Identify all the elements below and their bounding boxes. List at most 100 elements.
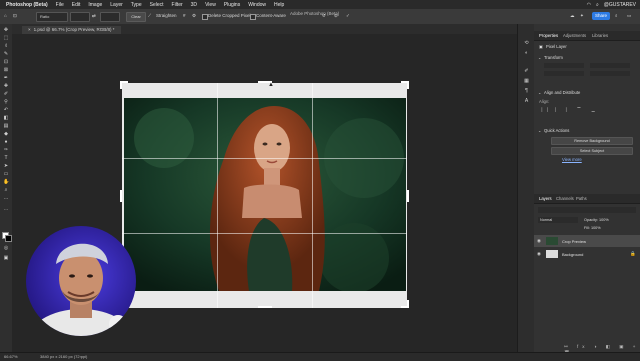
tab-properties[interactable]: Properties bbox=[539, 33, 558, 38]
commit-icon[interactable]: ✓ bbox=[346, 13, 350, 19]
menu-filter[interactable]: Filter bbox=[172, 2, 183, 8]
adjust-icon[interactable]: ◐ bbox=[523, 50, 530, 56]
grid-overlay-icon[interactable]: # bbox=[183, 13, 186, 18]
chevron-down-icon[interactable]: ⌄ bbox=[538, 90, 542, 95]
cloud-icon[interactable]: ☁ bbox=[570, 13, 575, 19]
align-buttons[interactable]: ▕▏▏▕ ▔ ▁ bbox=[539, 107, 629, 112]
search-panel-icon[interactable]: ⌕ bbox=[615, 13, 618, 18]
edit-toolbar-icon[interactable]: ⋯ bbox=[3, 208, 9, 213]
path-select-icon[interactable]: ➤ bbox=[3, 164, 9, 169]
menu-app[interactable]: Photoshop (Beta) bbox=[6, 2, 48, 8]
eraser-tool-icon[interactable]: ◧ bbox=[3, 116, 9, 121]
menu-view[interactable]: View bbox=[205, 2, 216, 8]
hand-tool-icon[interactable]: ✋ bbox=[3, 180, 9, 185]
quick-select-tool-icon[interactable]: ✎ bbox=[3, 52, 9, 57]
menu-type[interactable]: Type bbox=[131, 2, 142, 8]
character-icon[interactable]: A bbox=[523, 98, 530, 104]
menu-help[interactable]: Help bbox=[274, 2, 284, 8]
remove-background-button[interactable]: Remove Background bbox=[551, 137, 633, 145]
settings-gear-icon[interactable]: ⚙ bbox=[192, 13, 196, 19]
reset-icon[interactable]: ↺ bbox=[322, 13, 326, 19]
background-color-swatch[interactable] bbox=[5, 235, 12, 242]
menu-select[interactable]: Select bbox=[150, 2, 164, 8]
width-field[interactable] bbox=[544, 63, 584, 68]
document-tab[interactable]: × 1.psd @ 66.7% (Crop Preview, RGB/8) * bbox=[22, 26, 121, 34]
more-tools-icon[interactable]: … bbox=[3, 196, 9, 201]
screen-mode-icon[interactable]: ▣ bbox=[3, 256, 9, 261]
layer-filter-bar[interactable] bbox=[538, 207, 636, 213]
menu-plugins[interactable]: Plugins bbox=[224, 2, 240, 8]
history-brush-icon[interactable]: ↶ bbox=[3, 108, 9, 113]
ratio-height-input[interactable] bbox=[100, 12, 120, 22]
layer-row[interactable]: ◉ Background 🔒 bbox=[534, 248, 640, 260]
fill-field[interactable]: Fill: 100% bbox=[584, 226, 601, 230]
zoom-tool-icon[interactable]: ⌕ bbox=[3, 188, 9, 193]
tab-channels[interactable]: Channels bbox=[556, 196, 574, 201]
quick-mask-icon[interactable]: ◎ bbox=[3, 246, 9, 251]
swatches-icon[interactable]: ▦ bbox=[523, 78, 530, 84]
select-subject-button[interactable]: Select Subject bbox=[551, 147, 633, 155]
history-icon[interactable]: ⟲ bbox=[523, 40, 530, 46]
crop-handle-bottom[interactable] bbox=[258, 306, 272, 308]
chevron-down-icon[interactable]: ⌄ bbox=[538, 128, 542, 133]
menu-file[interactable]: File bbox=[56, 2, 64, 8]
menu-layer[interactable]: Layer bbox=[110, 2, 123, 8]
eyedropper-tool-icon[interactable]: ✒ bbox=[3, 76, 9, 81]
gradient-tool-icon[interactable]: ▤ bbox=[3, 124, 9, 129]
type-tool-icon[interactable]: T bbox=[3, 156, 9, 161]
marquee-tool-icon[interactable]: ⬚ bbox=[3, 36, 9, 41]
tab-layers[interactable]: Layers bbox=[539, 196, 552, 201]
y-field[interactable] bbox=[590, 71, 630, 76]
crop-handle-tr-v[interactable] bbox=[407, 81, 409, 89]
blend-mode-select[interactable]: Normal bbox=[538, 217, 578, 223]
tab-adjustments[interactable]: Adjustments bbox=[563, 33, 586, 38]
menu-image[interactable]: Image bbox=[88, 2, 102, 8]
tab-paths[interactable]: Paths bbox=[576, 196, 587, 201]
portrait-photo[interactable] bbox=[124, 98, 406, 291]
crop-handle-br-v[interactable] bbox=[407, 300, 409, 308]
opacity-field[interactable]: Opacity: 100% bbox=[584, 218, 609, 222]
zoom-level[interactable]: 66.67% bbox=[4, 354, 18, 359]
ratio-width-input[interactable] bbox=[70, 12, 90, 22]
chevron-down-icon[interactable]: ⌄ bbox=[538, 55, 542, 60]
lasso-tool-icon[interactable]: ℓ bbox=[3, 44, 9, 49]
x-field[interactable] bbox=[544, 71, 584, 76]
eye-icon[interactable]: ◉ bbox=[537, 251, 541, 257]
swap-icon[interactable]: ⇄ bbox=[92, 13, 96, 19]
menu-3d[interactable]: 3D bbox=[191, 2, 197, 8]
lock-icon[interactable]: 🔒 bbox=[630, 251, 636, 257]
close-tab-icon[interactable]: × bbox=[28, 27, 31, 32]
search-icon[interactable]: ⌕ bbox=[596, 2, 599, 8]
menu-window[interactable]: Window bbox=[248, 2, 266, 8]
share-button[interactable]: Share bbox=[592, 12, 610, 20]
shape-tool-icon[interactable]: ▭ bbox=[3, 172, 9, 177]
straighten-icon[interactable]: ⟋ bbox=[148, 13, 151, 18]
crop-handle-right[interactable] bbox=[407, 190, 409, 202]
chevron-right-icon[interactable]: › bbox=[80, 354, 81, 359]
crop-tool-icon-side[interactable]: ⊡ bbox=[3, 60, 9, 65]
frame-tool-icon[interactable]: ⊠ bbox=[3, 68, 9, 73]
blur-tool-icon[interactable]: ◆ bbox=[3, 132, 9, 137]
dodge-tool-icon[interactable]: ● bbox=[3, 140, 9, 145]
brush-tool-icon[interactable]: ✐ bbox=[3, 92, 9, 97]
ratio-select[interactable]: Ratio bbox=[36, 12, 68, 22]
home-icon[interactable]: ⌂ bbox=[4, 13, 7, 18]
menu-edit[interactable]: Edit bbox=[72, 2, 81, 8]
crop-handle-tl-v[interactable] bbox=[120, 81, 122, 89]
pen-tool-icon[interactable]: ✑ bbox=[3, 148, 9, 153]
stamp-tool-icon[interactable]: ⚲ bbox=[3, 100, 9, 105]
clear-button[interactable]: Clear bbox=[126, 12, 146, 22]
cancel-icon[interactable]: ⊘ bbox=[334, 13, 338, 19]
crop-handle-left[interactable] bbox=[120, 190, 122, 202]
paragraph-icon[interactable]: ¶ bbox=[523, 88, 530, 94]
move-tool-icon[interactable]: ✥ bbox=[3, 28, 9, 33]
eye-icon[interactable]: ◉ bbox=[537, 238, 541, 244]
crop-tool-icon[interactable]: ⊡ bbox=[13, 13, 17, 19]
gift-icon[interactable]: ✦ bbox=[580, 13, 584, 19]
layer-row[interactable]: ◉ Crop Preview bbox=[534, 235, 640, 247]
brush-panel-icon[interactable]: ✐ bbox=[523, 68, 530, 74]
tab-libraries[interactable]: Libraries bbox=[592, 33, 608, 38]
height-field[interactable] bbox=[590, 63, 630, 68]
view-more-link[interactable]: View more bbox=[562, 157, 582, 162]
workspace-icon[interactable]: ▭ bbox=[627, 13, 631, 19]
